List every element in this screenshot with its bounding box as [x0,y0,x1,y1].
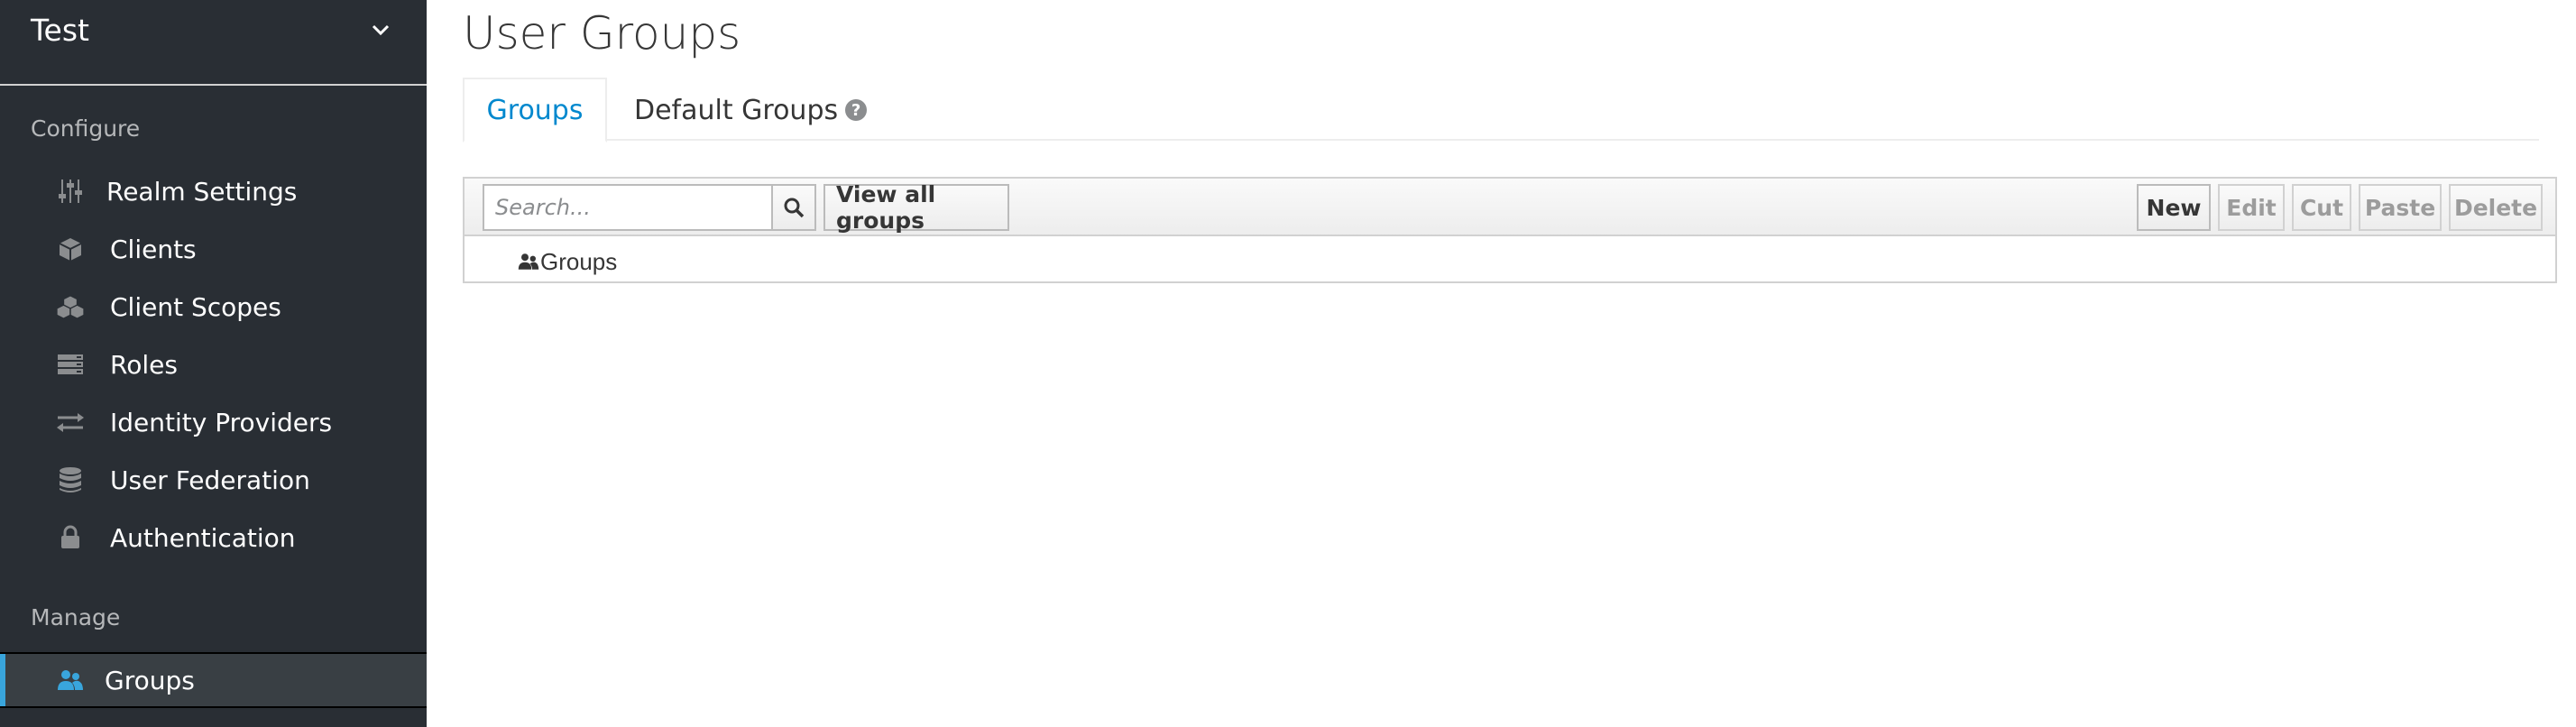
tab-default-groups[interactable]: Default Groups ? [634,78,868,143]
sidebar-item-realm-settings[interactable]: Realm Settings [0,163,427,219]
tree-root-node[interactable]: Groups [517,245,617,278]
cube-icon [56,235,85,263]
groups-tree-panel: View all groups New Edit Cut Paste Delet… [463,177,2557,283]
users-icon [517,250,540,273]
sidebar-item-label: Client Scopes [110,291,281,322]
toolbar: View all groups New Edit Cut Paste Delet… [465,179,2555,236]
app: Test Configure Realm Settings Clients Cl… [0,0,2576,727]
sidebar-item-label: Authentication [110,522,296,553]
sidebar-item-groups[interactable]: Groups [0,652,427,708]
sidebar-item-label: Identity Providers [110,407,333,437]
cubes-icon [56,292,85,321]
realm-name: Test [31,13,89,48]
sidebar-item-label: Clients [110,234,197,264]
search-button[interactable] [771,184,816,231]
cut-button[interactable]: Cut [2292,184,2351,231]
exchange-icon [56,408,85,437]
sidebar-item-label: Realm Settings [106,176,298,207]
list-icon [56,350,85,379]
sidebar-item-client-scopes[interactable]: Client Scopes [0,279,427,335]
main-content: User Groups Groups Default Groups ? View… [427,0,2576,727]
sidebar-item-clients[interactable]: Clients [0,221,427,277]
edit-button[interactable]: Edit [2218,184,2285,231]
tab-bar: Groups Default Groups ? [463,78,2539,143]
delete-button[interactable]: Delete [2449,184,2543,231]
search-icon [784,198,805,218]
search-input[interactable] [483,184,773,231]
sidebar-item-label: Groups [105,665,195,695]
tab-label: Default Groups [634,94,839,126]
sidebar-item-label: User Federation [110,465,310,495]
sidebar-item-label: Roles [110,349,178,380]
sidebar-item-identity-providers[interactable]: Identity Providers [0,394,427,450]
page-title: User Groups [463,7,741,60]
help-icon[interactable]: ? [845,99,868,121]
view-all-groups-button[interactable]: View all groups [823,181,1009,234]
sliders-icon [56,177,85,206]
users-icon [56,666,85,695]
realm-selector[interactable]: Test [0,0,427,86]
sidebar: Test Configure Realm Settings Clients Cl… [0,0,427,727]
paste-button[interactable]: Paste [2359,184,2442,231]
tab-groups[interactable]: Groups [463,78,607,143]
new-button[interactable]: New [2137,184,2211,231]
database-icon [56,465,85,494]
chevron-down-icon [372,24,390,36]
sidebar-item-authentication[interactable]: Authentication [0,510,427,566]
tree-node-label: Groups [540,247,618,275]
lock-icon [56,523,85,552]
section-label-manage: Manage [31,604,121,630]
section-label-configure: Configure [31,115,141,142]
sidebar-item-user-federation[interactable]: User Federation [0,452,427,508]
sidebar-item-roles[interactable]: Roles [0,336,427,392]
